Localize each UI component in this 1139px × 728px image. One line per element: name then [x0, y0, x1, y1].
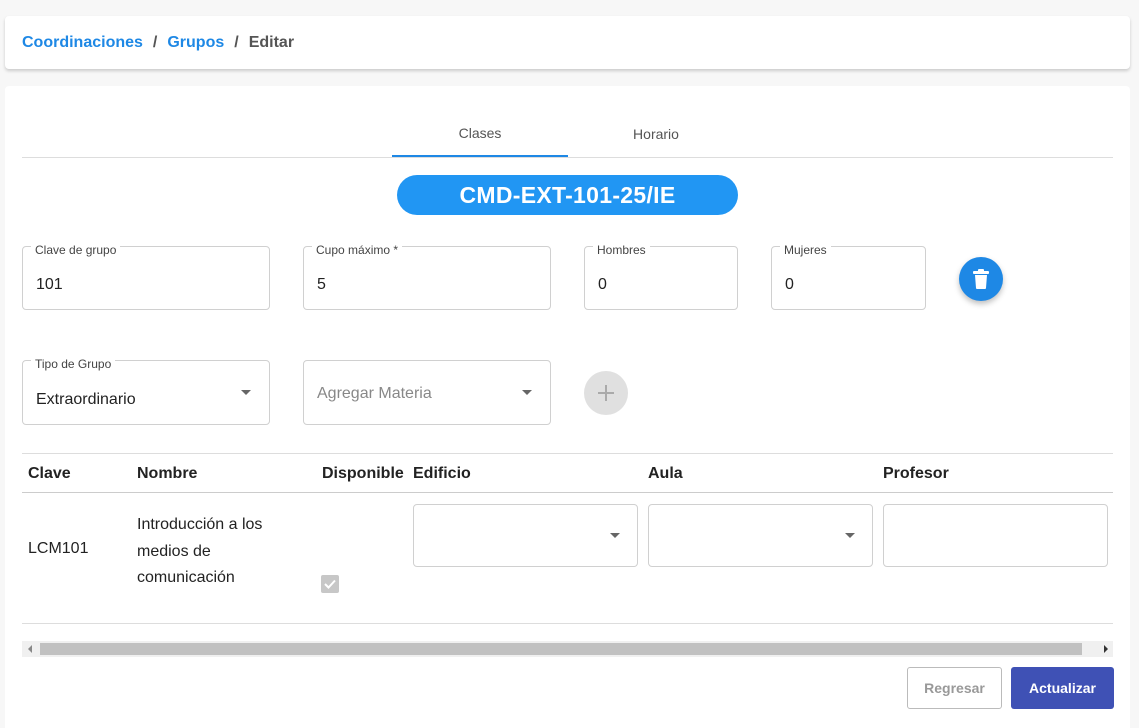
edit-group-card: Clases Horario CMD-EXT-101-25/IE Clave d…: [5, 86, 1130, 728]
profesor-input[interactable]: [883, 504, 1108, 567]
breadcrumb-link-grupos[interactable]: Grupos: [167, 34, 224, 52]
column-header-aula: Aula: [648, 465, 683, 482]
breadcrumb-separator: /: [234, 33, 239, 51]
group-code-badge: CMD-EXT-101-25/IE: [397, 175, 738, 215]
edificio-select[interactable]: [413, 504, 638, 567]
column-header-edificio: Edificio: [413, 465, 471, 482]
tipo-de-grupo-select[interactable]: Tipo de Grupo Extraordinario: [22, 357, 270, 425]
clave-de-grupo-field[interactable]: Clave de grupo 101: [22, 243, 270, 310]
disponible-checkbox[interactable]: [321, 575, 339, 593]
agregar-materia-select[interactable]: Agregar Materia: [303, 360, 551, 425]
classes-table: Clave Nombre Disponible Edificio Aula Pr…: [22, 453, 1113, 624]
hombres-value: 0: [598, 276, 607, 293]
delete-group-button[interactable]: [959, 257, 1003, 301]
tab-bar: Clases Horario: [22, 111, 1113, 158]
table-row: LCM101 Introducción a los medios de comu…: [22, 493, 1113, 624]
tab-clases[interactable]: Clases: [392, 111, 568, 157]
mujeres-field[interactable]: Mujeres 0: [771, 243, 926, 310]
hombres-field[interactable]: Hombres 0: [584, 243, 738, 310]
add-materia-button[interactable]: [584, 371, 628, 415]
regresar-button[interactable]: Regresar: [907, 667, 1002, 709]
aula-select[interactable]: [648, 504, 873, 567]
scroll-right-arrow-icon[interactable]: [1104, 645, 1108, 653]
breadcrumb-current: Editar: [248, 33, 295, 51]
mujeres-label: Mujeres: [780, 243, 831, 257]
chevron-down-icon: [522, 390, 532, 395]
hombres-label: Hombres: [593, 243, 650, 257]
chevron-down-icon: [845, 533, 855, 538]
row-clave: LCM101: [28, 540, 89, 557]
agregar-materia-placeholder: Agregar Materia: [317, 385, 432, 402]
tab-horario[interactable]: Horario: [568, 111, 744, 157]
breadcrumb: Coordinaciones / Grupos / Editar: [5, 16, 1130, 69]
scrollbar-thumb[interactable]: [40, 643, 1082, 655]
clave-de-grupo-value: 101: [36, 276, 63, 293]
cupo-maximo-value: 5: [317, 276, 326, 293]
cupo-maximo-label: Cupo máximo *: [312, 243, 403, 257]
horizontal-scrollbar[interactable]: [22, 641, 1113, 657]
cupo-maximo-field[interactable]: Cupo máximo * 5: [303, 243, 551, 310]
column-header-profesor: Profesor: [883, 465, 949, 482]
check-icon: [324, 579, 336, 589]
row-nombre-line: comunicación: [137, 569, 235, 586]
chevron-down-icon: [241, 390, 251, 395]
row-nombre: Introducción a los medios de comunicació…: [137, 512, 262, 592]
scroll-left-arrow-icon[interactable]: [28, 645, 32, 653]
chevron-down-icon: [610, 533, 620, 538]
column-header-nombre: Nombre: [137, 465, 198, 482]
trash-icon: [973, 269, 989, 289]
tipo-de-grupo-value: Extraordinario: [36, 391, 136, 408]
table-header: Clave Nombre Disponible Edificio Aula Pr…: [22, 453, 1113, 493]
breadcrumb-link-coordinaciones[interactable]: Coordinaciones: [22, 34, 143, 52]
breadcrumb-separator: /: [152, 33, 158, 51]
tipo-de-grupo-label: Tipo de Grupo: [31, 357, 116, 371]
column-header-disponible: Disponible: [322, 465, 404, 482]
actualizar-button[interactable]: Actualizar: [1011, 667, 1114, 709]
mujeres-value: 0: [785, 276, 794, 293]
column-header-clave: Clave: [28, 465, 71, 482]
row-nombre-line: Introducción a los: [137, 516, 263, 533]
clave-de-grupo-label: Clave de grupo: [31, 243, 121, 257]
plus-icon: [598, 385, 614, 401]
row-nombre-line: medios de: [137, 542, 211, 560]
